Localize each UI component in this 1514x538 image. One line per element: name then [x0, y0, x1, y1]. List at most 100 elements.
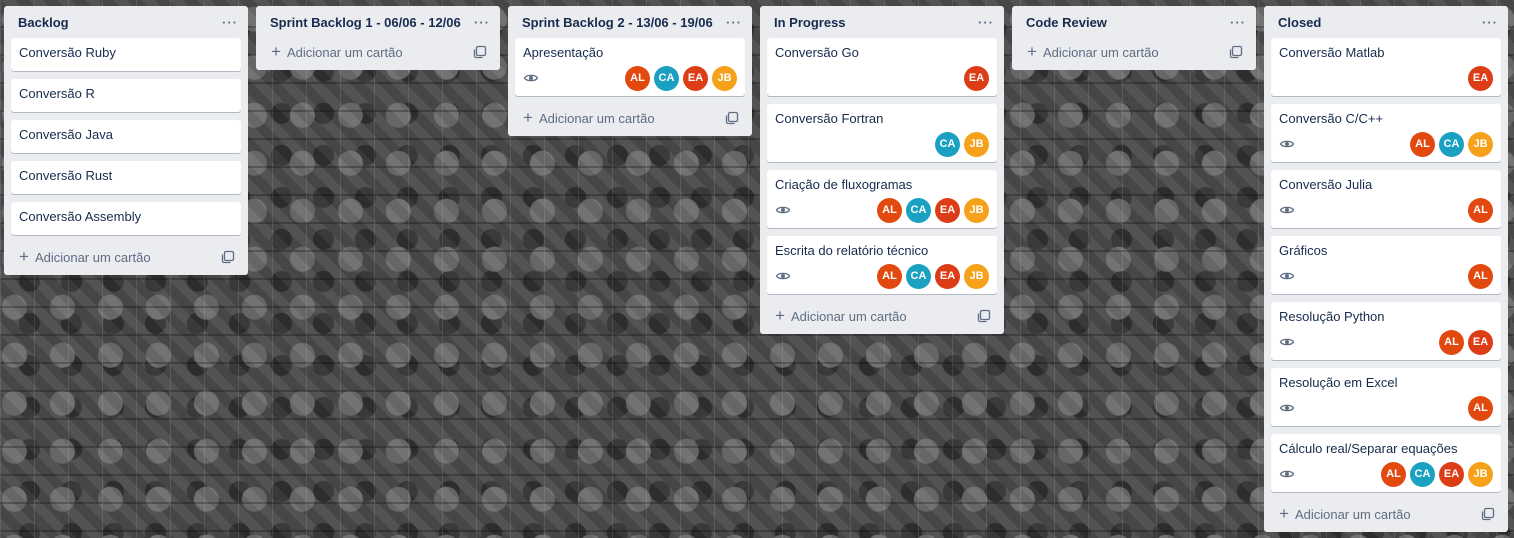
- watching-eye-icon: [775, 268, 791, 284]
- card-list: Conversão Go EA Conversão Fortran CA JB Criaç…: [760, 38, 1004, 294]
- plus-icon: +: [19, 247, 29, 266]
- list-title[interactable]: In Progress: [774, 15, 846, 30]
- list-menu-icon[interactable]: ···: [222, 15, 238, 30]
- card-members: AL CA JB: [1410, 131, 1493, 157]
- add-card-button[interactable]: + Adicionar um cartão: [11, 243, 241, 271]
- avatar-ca[interactable]: CA: [1439, 131, 1464, 157]
- card-badges: AL: [1279, 395, 1493, 421]
- avatar-al[interactable]: AL: [625, 65, 650, 91]
- card-badges: AL: [1279, 263, 1493, 289]
- avatar-al[interactable]: AL: [877, 197, 902, 223]
- card-graficos[interactable]: Gráficos AL: [1271, 236, 1501, 294]
- avatar-jb[interactable]: JB: [964, 131, 989, 157]
- card-members: AL: [1468, 263, 1493, 289]
- card-title: Cálculo real/Separar equações: [1279, 441, 1458, 456]
- list-menu-icon[interactable]: ···: [1482, 15, 1498, 30]
- card-conversao-julia[interactable]: Conversão Julia AL: [1271, 170, 1501, 228]
- plus-icon: +: [775, 306, 785, 325]
- card-badges: AL CA EA JB: [523, 65, 737, 91]
- card-resolucao-em-excel[interactable]: Resolução em Excel AL: [1271, 368, 1501, 426]
- card-conversao-rust[interactable]: Conversão Rust: [11, 161, 241, 194]
- list-title[interactable]: Sprint Backlog 1 - 06/06 - 12/06: [270, 15, 461, 30]
- card-conversao-fortran[interactable]: Conversão Fortran CA JB: [767, 104, 997, 162]
- card-title: Conversão C/C++: [1279, 111, 1384, 126]
- card-template-icon[interactable]: [725, 111, 739, 125]
- card-members: AL CA EA JB: [877, 263, 989, 289]
- add-card-button[interactable]: + Adicionar um cartão: [1271, 500, 1501, 528]
- card-resolucao-python[interactable]: Resolução Python AL EA: [1271, 302, 1501, 360]
- avatar-al[interactable]: AL: [1410, 131, 1435, 157]
- add-card-button[interactable]: + Adicionar um cartão: [515, 104, 745, 132]
- card-members: AL: [1468, 395, 1493, 421]
- list-menu-icon[interactable]: ···: [1230, 15, 1246, 30]
- card-template-icon[interactable]: [977, 309, 991, 323]
- list-title[interactable]: Backlog: [18, 15, 69, 30]
- list-menu-icon[interactable]: ···: [474, 15, 490, 30]
- card-title: Resolução em Excel: [1279, 375, 1398, 390]
- card-conversao-r[interactable]: Conversão R: [11, 79, 241, 112]
- card-criacao-de-fluxogramas[interactable]: Criação de fluxogramas AL CA EA JB: [767, 170, 997, 228]
- plus-icon: +: [523, 108, 533, 127]
- list-menu-icon[interactable]: ···: [726, 15, 742, 30]
- card-conversao-matlab[interactable]: Conversão Matlab EA: [1271, 38, 1501, 96]
- plus-icon: +: [1027, 42, 1037, 61]
- avatar-al[interactable]: AL: [1381, 461, 1406, 487]
- card-title: Conversão Assembly: [19, 209, 142, 224]
- card-template-icon[interactable]: [1229, 45, 1243, 59]
- card-conversao-assembly[interactable]: Conversão Assembly: [11, 202, 241, 235]
- avatar-ea[interactable]: EA: [1468, 329, 1493, 355]
- add-card-button[interactable]: + Adicionar um cartão: [1019, 38, 1249, 66]
- avatar-jb[interactable]: JB: [1468, 461, 1493, 487]
- plus-icon: +: [1279, 504, 1289, 523]
- card-title: Criação de fluxogramas: [775, 177, 913, 192]
- avatar-al[interactable]: AL: [1468, 263, 1493, 289]
- avatar-ca[interactable]: CA: [906, 197, 931, 223]
- list-title[interactable]: Sprint Backlog 2 - 13/06 - 19/06: [522, 15, 713, 30]
- avatar-jb[interactable]: JB: [712, 65, 737, 91]
- avatar-jb[interactable]: JB: [1468, 131, 1493, 157]
- card-badges: AL EA: [1279, 329, 1493, 355]
- add-card-label: Adicionar um cartão: [34, 249, 151, 265]
- card-conversao-go[interactable]: Conversão Go EA: [767, 38, 997, 96]
- avatar-ea[interactable]: EA: [935, 197, 960, 223]
- add-card-button[interactable]: + Adicionar um cartão: [767, 302, 997, 330]
- card-conversao-c-c[interactable]: Conversão C/C++ AL CA JB: [1271, 104, 1501, 162]
- card-title: Conversão Java: [19, 127, 113, 142]
- avatar-al[interactable]: AL: [1468, 197, 1493, 223]
- avatar-jb[interactable]: JB: [964, 263, 989, 289]
- avatar-ea[interactable]: EA: [964, 65, 989, 91]
- avatar-ea[interactable]: EA: [935, 263, 960, 289]
- add-card-button[interactable]: + Adicionar um cartão: [263, 38, 493, 66]
- avatar-ca[interactable]: CA: [654, 65, 679, 91]
- avatar-al[interactable]: AL: [877, 263, 902, 289]
- list-title[interactable]: Closed: [1278, 15, 1321, 30]
- card-conversao-ruby[interactable]: Conversão Ruby: [11, 38, 241, 71]
- add-card-label: Adicionar um cartão: [538, 110, 655, 126]
- watching-eye-icon: [775, 202, 791, 218]
- avatar-ca[interactable]: CA: [935, 131, 960, 157]
- card-template-icon[interactable]: [1481, 507, 1495, 521]
- avatar-ca[interactable]: CA: [1410, 461, 1435, 487]
- list-title[interactable]: Code Review: [1026, 15, 1107, 30]
- avatar-al[interactable]: AL: [1468, 395, 1493, 421]
- card-conversao-java[interactable]: Conversão Java: [11, 120, 241, 153]
- card-template-icon[interactable]: [473, 45, 487, 59]
- list-menu-icon[interactable]: ···: [978, 15, 994, 30]
- card-badges: EA: [775, 65, 989, 91]
- avatar-ca[interactable]: CA: [906, 263, 931, 289]
- card-apresentacao[interactable]: Apresentação AL CA EA JB: [515, 38, 745, 96]
- add-card-label-group: + Adicionar um cartão: [1279, 504, 1411, 523]
- card-calculo-real-separar-equacoes[interactable]: Cálculo real/Separar equações AL CA EA JB: [1271, 434, 1501, 492]
- card-title: Conversão Fortran: [775, 111, 884, 126]
- card-escrita-do-relatorio-tecnico[interactable]: Escrita do relatório técnico AL CA EA JB: [767, 236, 997, 294]
- avatar-jb[interactable]: JB: [964, 197, 989, 223]
- list-backlog: Backlog ··· Conversão Ruby Conversão R Conve…: [4, 6, 248, 275]
- avatar-ea[interactable]: EA: [1439, 461, 1464, 487]
- card-badges: AL: [1279, 197, 1493, 223]
- card-template-icon[interactable]: [221, 250, 235, 264]
- card-members: EA: [964, 65, 989, 91]
- card-members: CA JB: [935, 131, 989, 157]
- avatar-ea[interactable]: EA: [683, 65, 708, 91]
- avatar-ea[interactable]: EA: [1468, 65, 1493, 91]
- avatar-al[interactable]: AL: [1439, 329, 1464, 355]
